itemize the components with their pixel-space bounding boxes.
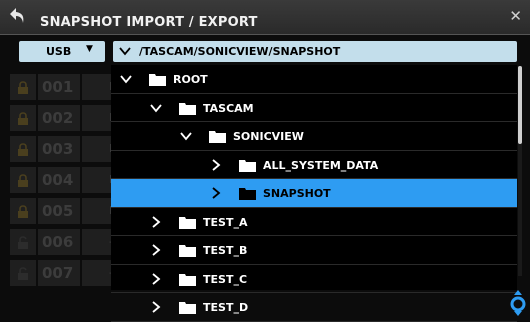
lock-icon[interactable] — [10, 167, 36, 193]
folder-icon — [239, 188, 256, 200]
folder-icon — [149, 74, 166, 86]
lock-icon[interactable] — [10, 229, 36, 255]
chevron-right-icon[interactable] — [149, 243, 163, 257]
snapshot-row[interactable]: 007- — [8, 256, 118, 287]
folder-icon — [179, 217, 196, 229]
chevron-right-icon[interactable] — [209, 186, 223, 200]
chevron-right-icon[interactable] — [149, 300, 163, 314]
tree-item-sonicview[interactable]: SONICVIEW — [111, 122, 517, 150]
folder-icon — [179, 103, 196, 115]
source-select-value: USB — [46, 45, 72, 58]
folder-icon — [179, 302, 196, 314]
lock-icon[interactable] — [10, 260, 36, 286]
chevron-right-icon[interactable] — [149, 272, 163, 286]
current-path: /TASCAM/SONICVIEW/SNAPSHOT — [139, 45, 341, 58]
chevron-down-icon[interactable] — [149, 101, 163, 115]
dropdown-arrow-icon: ▼ — [86, 44, 93, 54]
snapshot-number: 001 — [38, 74, 80, 100]
snapshot-number: 002 — [38, 105, 80, 131]
chevron-down-icon[interactable] — [119, 72, 133, 86]
lock-icon[interactable] — [10, 105, 36, 131]
tree-item-label: ALL_SYSTEM_DATA — [263, 159, 379, 172]
lock-icon[interactable] — [10, 74, 36, 100]
lock-icon[interactable] — [10, 136, 36, 162]
snapshot-row[interactable]: 003H — [8, 132, 118, 163]
tree-item-label: SONICVIEW — [233, 130, 304, 143]
tree-item-test-c[interactable]: TEST_C — [111, 265, 517, 293]
folder-icon — [209, 131, 226, 143]
tree-item-snapshot[interactable]: SNAPSHOT — [111, 179, 517, 207]
snapshot-row[interactable]: 002H — [8, 101, 118, 132]
chevron-right-icon[interactable] — [209, 158, 223, 172]
folder-tree[interactable]: ROOT TASCAM SONICVIEW ALL_SYSTEM_DATA SNAPSH… — [111, 65, 517, 322]
snapshot-number: 003 — [38, 136, 80, 162]
tree-item-label: TEST_A — [203, 216, 248, 229]
title-bar: SNAPSHOT IMPORT / EXPORT ✕ — [0, 0, 530, 35]
chevron-down-icon — [119, 47, 131, 56]
snapshot-row[interactable]: 005H — [8, 194, 118, 225]
tree-item-test-b[interactable]: TEST_B — [111, 236, 517, 264]
tree-item-root[interactable]: ROOT — [111, 65, 517, 93]
snapshot-number: 007 — [38, 260, 80, 286]
snapshot-row[interactable]: 006- — [8, 225, 118, 256]
snapshot-list: 001H002H003H004H005H006-007- — [8, 70, 118, 290]
snapshot-number: 005 — [38, 198, 80, 224]
scrollbar-thumb[interactable] — [518, 66, 522, 144]
tree-item-test-a[interactable]: TEST_A — [111, 208, 517, 236]
lock-icon[interactable] — [10, 198, 36, 224]
back-arrow-icon[interactable] — [7, 5, 29, 27]
source-select[interactable]: USB ▼ — [19, 41, 105, 62]
snapshot-row[interactable]: 004H — [8, 163, 118, 194]
folder-icon — [179, 245, 196, 257]
tree-item-label: TEST_B — [203, 244, 248, 257]
tree-item-all-system-data[interactable]: ALL_SYSTEM_DATA — [111, 151, 517, 179]
path-bar[interactable]: /TASCAM/SONICVIEW/SNAPSHOT — [113, 41, 517, 62]
snapshot-number: 004 — [38, 167, 80, 193]
scroll-knob-icon[interactable] — [509, 289, 527, 317]
snapshot-number: 006 — [38, 229, 80, 255]
folder-icon — [179, 274, 196, 286]
tree-item-label: ROOT — [173, 73, 208, 86]
folder-icon — [239, 160, 256, 172]
tree-item-label: TASCAM — [203, 102, 254, 115]
dialog-title: SNAPSHOT IMPORT / EXPORT — [40, 15, 258, 30]
chevron-down-icon[interactable] — [179, 129, 193, 143]
tree-item-label: TEST_C — [203, 273, 248, 286]
tree-item-label: TEST_D — [203, 301, 249, 314]
tree-item-label: SNAPSHOT — [263, 187, 331, 200]
snapshot-row[interactable]: 001H — [8, 70, 118, 101]
chevron-right-icon[interactable] — [149, 215, 163, 229]
tree-item-tascam[interactable]: TASCAM — [111, 94, 517, 122]
tree-item-test-d[interactable]: TEST_D — [111, 293, 517, 321]
close-icon[interactable]: ✕ — [509, 9, 522, 24]
